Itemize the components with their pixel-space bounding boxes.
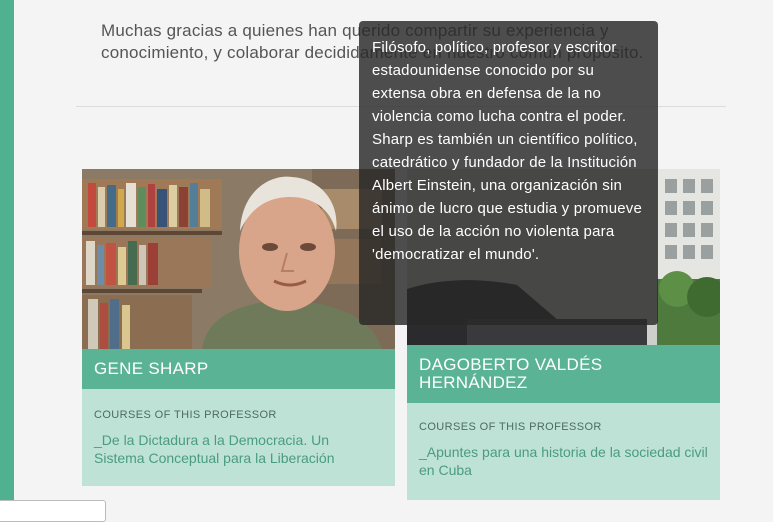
course-link[interactable]: _Apuntes para una historia de la socieda… <box>419 443 708 479</box>
professor-name[interactable]: GENE SHARP <box>82 349 395 389</box>
courses-label: COURSES OF THIS PROFESSOR <box>94 409 277 421</box>
courses-label: COURSES OF THIS PROFESSOR <box>419 421 602 433</box>
professor-bio-tooltip: Filósofo, político, profesor y escritor … <box>359 21 658 325</box>
courses-box: COURSES OF THIS PROFESSOR _De la Dictadu… <box>82 389 395 486</box>
courses-box: COURSES OF THIS PROFESSOR _Apuntes para … <box>407 403 720 500</box>
course-link[interactable]: _De la Dictadura a la Democracia. Un Sis… <box>94 431 383 467</box>
bottom-left-widget[interactable] <box>0 500 106 522</box>
gene-sharp-photo <box>82 169 395 349</box>
professor-photo[interactable] <box>82 169 395 349</box>
professor-card-gene-sharp[interactable]: GENE SHARP COURSES OF THIS PROFESSOR _De… <box>82 169 395 486</box>
professor-name[interactable]: DAGOBERTO VALDÉS HERNÁNDEZ <box>407 345 720 403</box>
left-accent-bar <box>0 0 14 516</box>
